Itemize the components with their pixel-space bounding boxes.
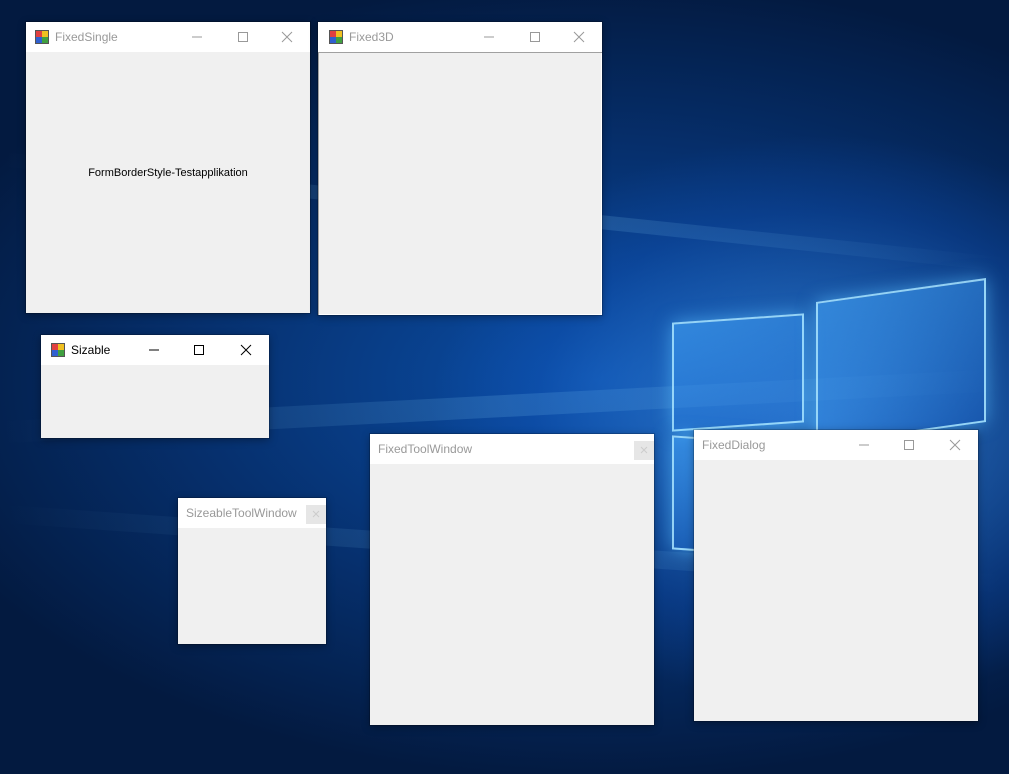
minimize-button[interactable] bbox=[131, 335, 177, 365]
window-fixed-tool[interactable]: FixedToolWindow bbox=[370, 434, 654, 725]
window-title: Sizable bbox=[71, 343, 111, 357]
window-title: FixedDialog bbox=[702, 438, 766, 452]
close-button[interactable] bbox=[556, 22, 602, 52]
close-button[interactable] bbox=[932, 430, 978, 460]
wallpaper-logo-pane bbox=[672, 313, 804, 432]
minimize-icon bbox=[484, 36, 494, 38]
close-icon bbox=[573, 31, 585, 43]
client-area bbox=[318, 52, 602, 315]
winforms-app-icon[interactable] bbox=[329, 30, 343, 44]
wallpaper-logo-pane bbox=[816, 278, 986, 446]
window-title: Fixed3D bbox=[349, 30, 394, 44]
window-sizeable-tool[interactable]: SizeableToolWindow bbox=[178, 498, 326, 644]
close-icon bbox=[949, 439, 961, 451]
close-button[interactable] bbox=[223, 335, 269, 365]
maximize-button[interactable] bbox=[220, 22, 266, 52]
close-button[interactable] bbox=[634, 441, 654, 460]
app-label: FormBorderStyle-Testapplikation bbox=[88, 167, 248, 179]
minimize-button[interactable] bbox=[174, 22, 220, 52]
minimize-icon bbox=[859, 444, 869, 446]
maximize-icon bbox=[238, 32, 248, 42]
client-area: FormBorderStyle-Testapplikation bbox=[26, 52, 310, 313]
winforms-app-icon[interactable] bbox=[51, 343, 65, 357]
title-bar[interactable]: FixedDialog bbox=[694, 430, 978, 460]
close-button[interactable] bbox=[264, 22, 310, 52]
client-area bbox=[178, 528, 326, 644]
maximize-button[interactable] bbox=[886, 430, 932, 460]
client-area bbox=[694, 460, 978, 721]
close-button[interactable] bbox=[306, 505, 326, 524]
minimize-button[interactable] bbox=[841, 430, 887, 460]
window-fixed-single[interactable]: FixedSingle FormBorderStyle-Testapplikat… bbox=[26, 22, 310, 313]
window-title: FixedSingle bbox=[55, 30, 118, 44]
minimize-icon bbox=[192, 36, 202, 38]
window-fixed-3d[interactable]: Fixed3D bbox=[318, 22, 602, 315]
title-bar[interactable]: FixedToolWindow bbox=[370, 434, 654, 464]
title-bar[interactable]: FixedSingle bbox=[26, 22, 310, 52]
maximize-button[interactable] bbox=[512, 22, 558, 52]
window-title: SizeableToolWindow bbox=[186, 506, 297, 520]
window-title: FixedToolWindow bbox=[378, 442, 473, 456]
minimize-button[interactable] bbox=[466, 22, 512, 52]
close-icon bbox=[281, 31, 293, 43]
maximize-icon bbox=[530, 32, 540, 42]
title-bar[interactable]: SizeableToolWindow bbox=[178, 498, 326, 528]
client-area bbox=[41, 365, 269, 438]
minimize-icon bbox=[149, 349, 159, 351]
maximize-icon bbox=[194, 345, 204, 355]
winforms-app-icon[interactable] bbox=[35, 30, 49, 44]
maximize-icon bbox=[904, 440, 914, 450]
window-sizable[interactable]: Sizable bbox=[41, 335, 269, 438]
window-fixed-dialog[interactable]: FixedDialog bbox=[694, 430, 978, 721]
title-bar[interactable]: Fixed3D bbox=[318, 22, 602, 52]
client-area bbox=[370, 464, 654, 725]
close-icon bbox=[640, 446, 648, 454]
close-icon bbox=[240, 344, 252, 356]
maximize-button[interactable] bbox=[176, 335, 222, 365]
close-icon bbox=[312, 510, 320, 518]
title-bar[interactable]: Sizable bbox=[41, 335, 269, 365]
